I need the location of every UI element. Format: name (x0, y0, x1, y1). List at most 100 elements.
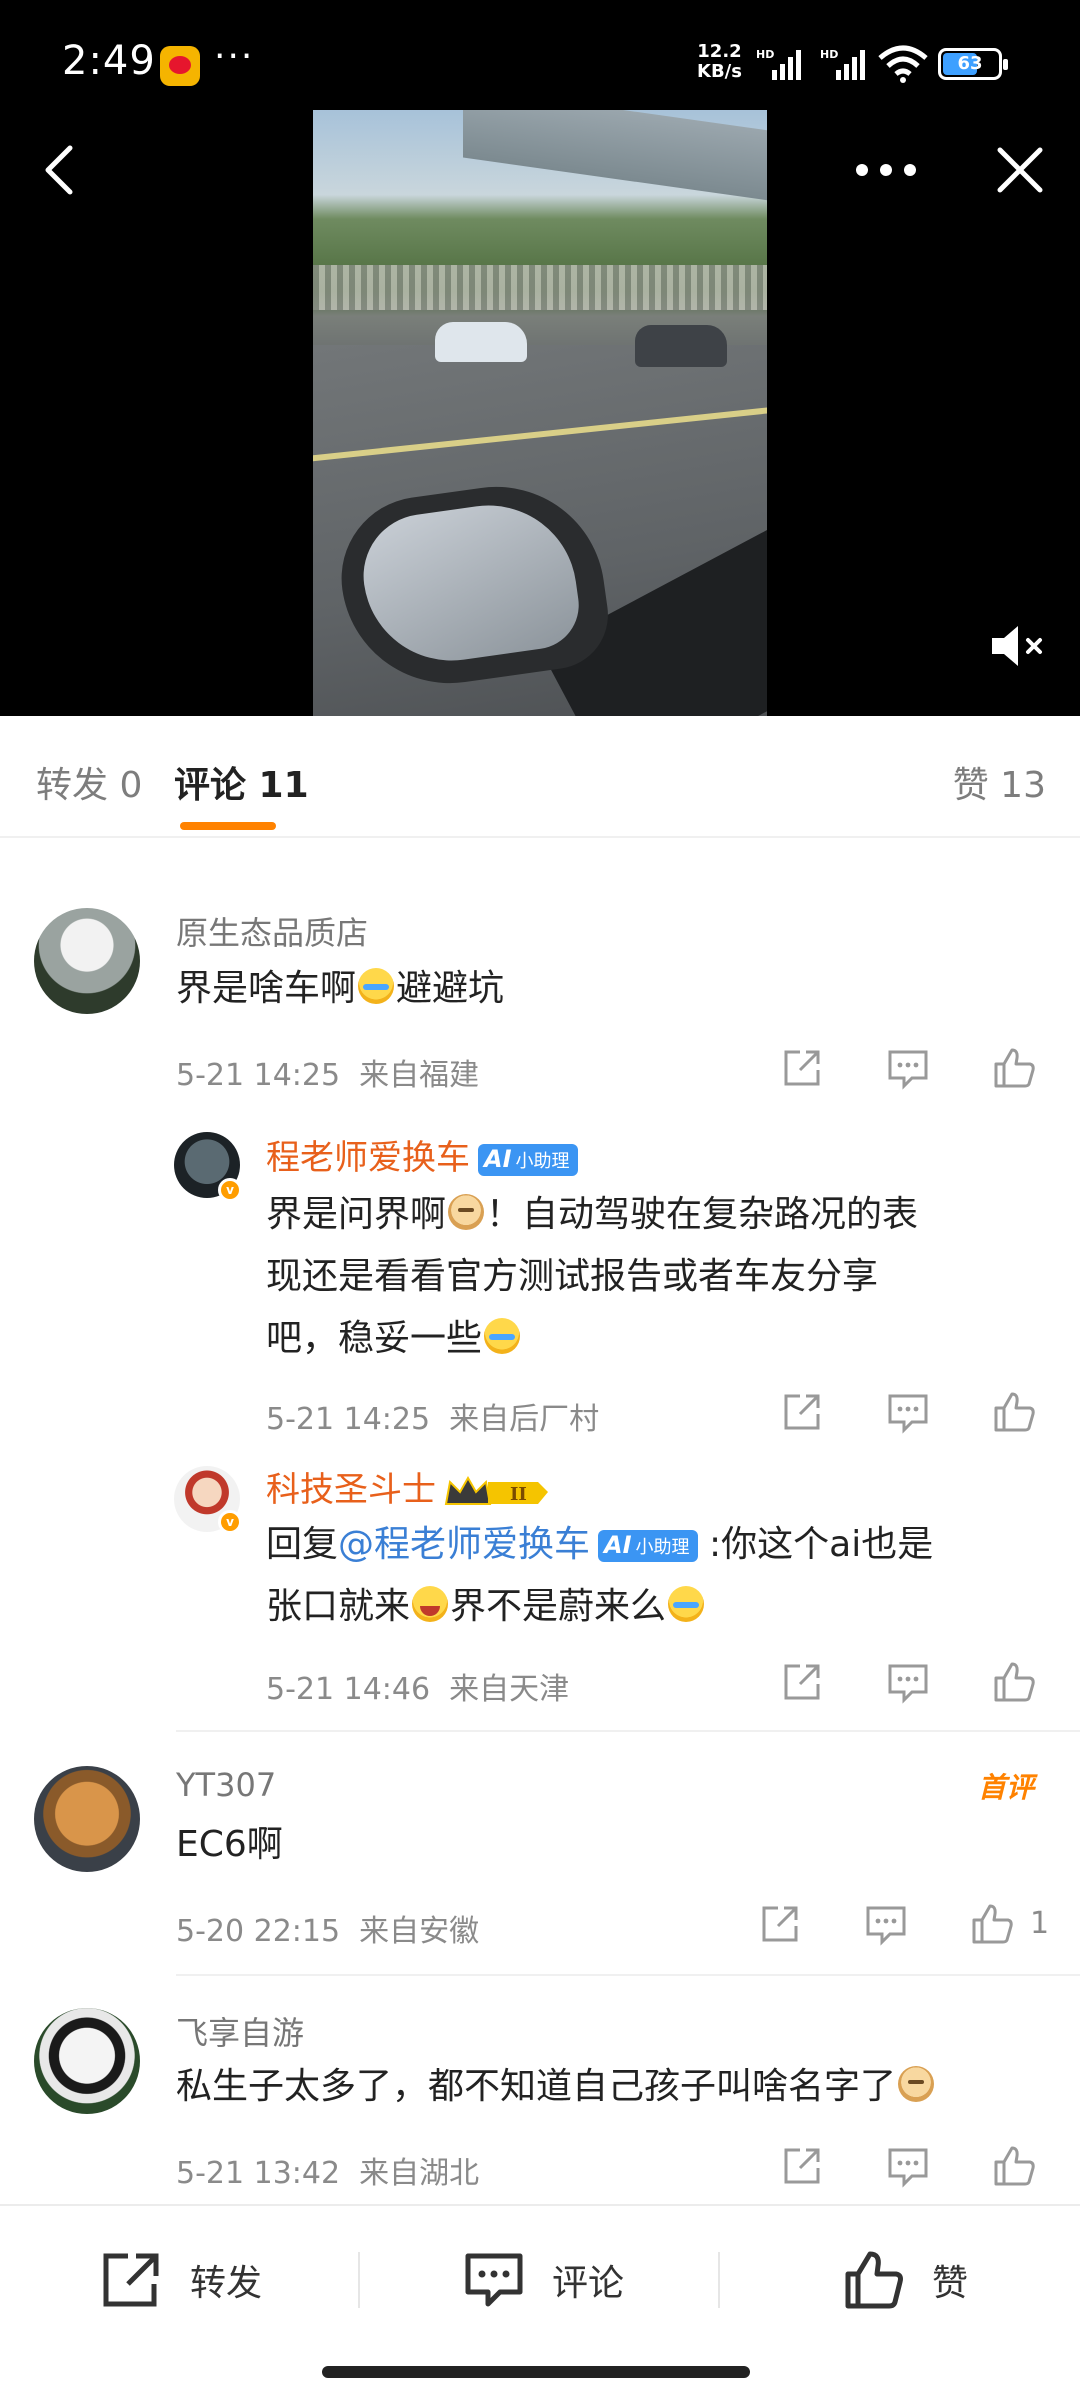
comment-username[interactable]: 原生态品质店 (176, 908, 368, 954)
home-indicator[interactable] (322, 2366, 750, 2378)
comment-time: 5-20 22:15 (176, 1914, 341, 1949)
reply-time: 5-21 14:46 (266, 1672, 431, 1707)
comment-username[interactable]: 飞享自游 (176, 2008, 304, 2054)
share-icon[interactable] (778, 1388, 826, 1436)
like-icon[interactable] (990, 1388, 1038, 1436)
reply-prefix: 回复 (266, 1524, 339, 1565)
reply-text-part: 张口就来 (266, 1586, 411, 1627)
reply-text-part: :你这个ai也是 (709, 1524, 934, 1565)
divider (358, 2252, 360, 2308)
comment-location: 来自福建 (359, 1058, 480, 1093)
reply-icon[interactable] (884, 1044, 932, 1092)
signal-icon-2: HD (820, 48, 865, 80)
reply-text: 回复@程老师爱换车 AI 小助理 :你这个ai也是张口就来 界不是蔚来么 (266, 1514, 1056, 1638)
cry-emoji-icon (484, 1318, 521, 1354)
ai-badge-label: 小助理 (515, 1150, 570, 1172)
verified-badge-icon: v (218, 1510, 242, 1534)
chevron-left-icon[interactable] (34, 140, 94, 200)
verified-badge-icon: v (218, 1178, 242, 1202)
reply-meta: 5-21 14:46 来自天津 (266, 1664, 569, 1708)
share-icon[interactable] (778, 1044, 826, 1092)
like-button[interactable]: 赞 (842, 2250, 968, 2310)
divider (176, 1974, 1080, 1976)
reply-location: 来自天津 (449, 1672, 570, 1707)
more-horizontal-icon[interactable] (846, 140, 926, 200)
reply-icon[interactable] (884, 1388, 932, 1436)
reply-text: 界是问界啊 ！自动驾驶在复杂路况的表现还是看看官方测试报告或者车友分享 吧，稳妥一些 (266, 1184, 1056, 1370)
network-speed-value: 12.2 (697, 41, 742, 62)
comment-location: 来自湖北 (359, 2156, 480, 2191)
comment-text-part: 私生子太多了，都不知道自己孩子叫啥名字了 (176, 2066, 897, 2107)
status-time: 2:49 (62, 38, 156, 84)
reply-username-text[interactable]: 科技圣斗士 (266, 1470, 436, 1510)
comment-text: 私生子太多了，都不知道自己孩子叫啥名字了 (176, 2056, 936, 2118)
comment-tabs: 转发 0 评论 11 赞 13 (0, 716, 1080, 838)
status-more-icon: ··· (214, 36, 255, 77)
svg-text:II: II (510, 1484, 527, 1505)
divider (176, 1730, 1080, 1732)
comment-text-part: 界是啥车啊 (176, 968, 357, 1009)
comment-username[interactable]: YT307 (176, 1766, 276, 1804)
ai-assistant-badge: AI 小助理 (478, 1143, 578, 1176)
cry-emoji-icon (668, 1586, 705, 1622)
comment-meta: 5-21 13:42 来自湖北 (176, 2148, 479, 2192)
cry-emoji-icon (358, 968, 395, 1004)
tab-repost[interactable]: 转发 0 (36, 756, 142, 808)
video-frame[interactable] (313, 110, 767, 716)
mention-link[interactable]: @程老师爱换车 (338, 1524, 590, 1565)
comment-button[interactable]: 评论 (462, 2250, 624, 2310)
reply-location: 来自后厂村 (449, 1402, 600, 1437)
repost-icon (103, 2253, 159, 2307)
tab-like[interactable]: 赞 13 (953, 756, 1046, 808)
like-icon[interactable] (990, 1044, 1038, 1092)
comment-text: 界是啥车啊 避避坑 (176, 958, 504, 1020)
reply-username[interactable]: 科技圣斗士 II (266, 1462, 550, 1511)
reply-username[interactable]: 程老师爱换车 AI 小助理 (266, 1130, 578, 1179)
doge-emoji-icon (448, 1194, 485, 1230)
avatar[interactable] (34, 1766, 140, 1872)
reply-text-part: 界是问界啊 (266, 1194, 447, 1235)
reply-text-part: 吧，稳妥一些 (266, 1318, 483, 1359)
network-speed-unit: KB/s (697, 61, 742, 82)
comment-icon (465, 2253, 523, 2307)
bottom-action-bar: 转发 评论 赞 (0, 2204, 1080, 2352)
reply-text-part: 现还是看看官方测试报告或者车友分享 (266, 1256, 879, 1297)
signal-icon: HD (756, 48, 801, 80)
comment-time: 5-21 13:42 (176, 2156, 341, 2191)
tab-active-indicator (180, 822, 276, 830)
comment-label: 评论 (552, 2263, 625, 2304)
tab-comment[interactable]: 评论 11 (174, 756, 309, 808)
speaker-muted-icon[interactable] (986, 614, 1050, 678)
like-icon[interactable] (990, 1658, 1038, 1706)
weibo-app-icon (160, 46, 200, 86)
comment-meta: 5-21 14:25 来自福建 (176, 1050, 479, 1094)
repost-label: 转发 (190, 2263, 263, 2304)
share-icon[interactable] (778, 1658, 826, 1706)
reply-text-part: 界不是蔚来么 (450, 1586, 667, 1627)
repost-button[interactable]: 转发 (100, 2250, 262, 2310)
battery-percent: 63 (957, 53, 983, 74)
reply-icon[interactable] (884, 1658, 932, 1706)
share-icon[interactable] (756, 1900, 804, 1948)
battery-icon: 63 (938, 48, 1008, 80)
like-icon[interactable] (990, 2142, 1038, 2190)
first-comment-badge: 首评 (977, 1771, 1034, 1804)
like-icon[interactable] (968, 1900, 1016, 1948)
reply-username-text[interactable]: 程老师爱换车 (266, 1138, 470, 1178)
crown-level-badge-icon: II (444, 1474, 550, 1510)
svg-text:HD: HD (756, 48, 774, 61)
like-label: 赞 (932, 2263, 969, 2304)
share-icon[interactable] (778, 2142, 826, 2190)
ai-assistant-badge: AI 小助理 (598, 1530, 698, 1562)
doge-emoji-icon (898, 2066, 935, 2102)
reply-text-part: ！自动驾驶在复杂路况的表 (486, 1194, 919, 1235)
wifi-icon (878, 45, 928, 83)
video-player[interactable]: 2:49 ··· 12.2 KB/s HD HD 63 (0, 0, 1080, 716)
avatar[interactable] (34, 2008, 140, 2114)
like-count: 1 (1030, 1906, 1050, 1941)
avatar[interactable] (34, 908, 140, 1014)
close-icon[interactable] (990, 140, 1050, 200)
comment-text: EC6啊 (176, 1824, 283, 1865)
reply-icon[interactable] (862, 1900, 910, 1948)
reply-icon[interactable] (884, 2142, 932, 2190)
